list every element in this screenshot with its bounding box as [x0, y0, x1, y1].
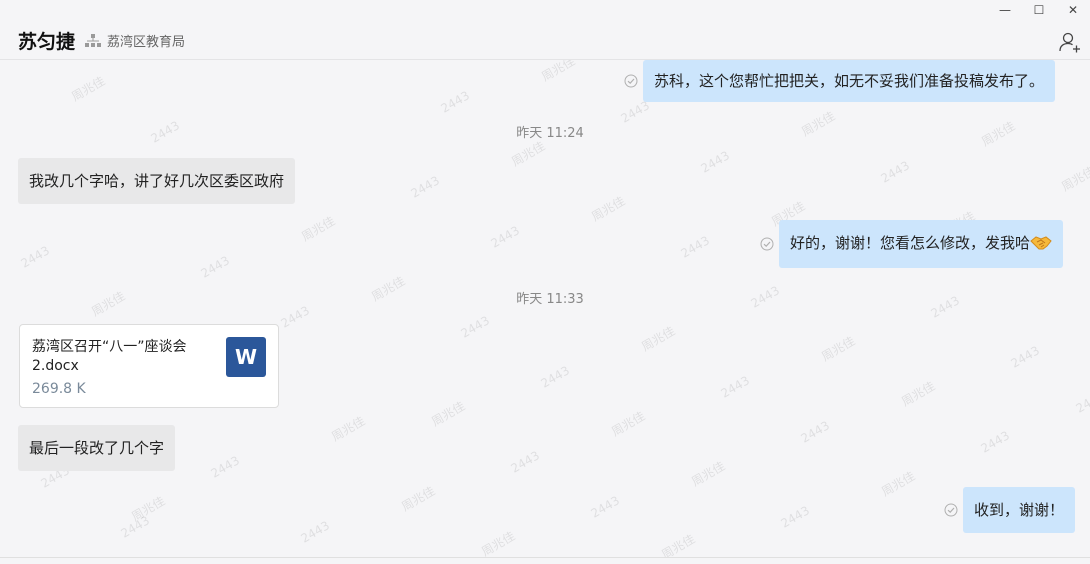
watermark: 周兆佳 [399, 483, 438, 514]
maximize-button[interactable]: ☐ [1022, 0, 1056, 20]
watermark: 2443 [118, 513, 153, 541]
watermark: 周兆佳 [899, 378, 938, 409]
message-bubble-incoming[interactable]: 最后一段改了几个字 [18, 425, 176, 471]
minimize-button[interactable]: — [988, 0, 1022, 20]
watermark: 2443 [1073, 388, 1090, 416]
read-check-icon [944, 503, 958, 517]
file-attachment-card[interactable]: 荔湾区召开“八一”座谈会2.docx 269.8 K W [19, 324, 279, 408]
watermark: 周兆佳 [329, 413, 368, 444]
read-check-icon [624, 74, 638, 88]
watermark: 2443 [18, 243, 53, 271]
watermark: 2443 [538, 363, 573, 391]
watermark: 周兆佳 [589, 193, 628, 224]
input-divider [0, 557, 1090, 558]
message-bubble-outgoing[interactable]: 好的，谢谢！您看怎么修改，发我哈 [779, 220, 1064, 268]
message-bubble-incoming[interactable]: 我改几个字哈，讲了好几次区委区政府 [18, 158, 296, 204]
watermark: 2443 [1008, 343, 1043, 371]
contact-name[interactable]: 苏匀捷 [18, 27, 75, 54]
watermark: 2443 [798, 418, 833, 446]
watermark: 周兆佳 [509, 138, 548, 169]
watermark: 2443 [718, 373, 753, 401]
read-check-icon [760, 237, 774, 251]
watermark: 2443 [678, 233, 713, 261]
watermark: 周兆佳 [879, 468, 918, 499]
watermark: 周兆佳 [1059, 163, 1090, 194]
watermark: 2443 [588, 493, 623, 521]
file-size: 269.8 K [32, 381, 86, 397]
watermark: 2443 [978, 428, 1013, 456]
watermark: 2443 [198, 253, 233, 281]
close-button[interactable]: ✕ [1056, 0, 1090, 20]
add-user-icon[interactable] [1058, 30, 1082, 54]
watermark: 周兆佳 [299, 213, 338, 244]
window-controls: — ☐ ✕ [988, 0, 1090, 20]
watermark: 周兆佳 [129, 493, 168, 524]
watermark: 周兆佳 [539, 60, 578, 84]
watermark: 周兆佳 [609, 408, 648, 439]
watermark: 2443 [778, 503, 813, 531]
message-bubble-outgoing[interactable]: 收到，谢谢！ [963, 487, 1076, 533]
handshake-emoji-icon [1030, 236, 1052, 250]
watermark: 周兆佳 [659, 531, 698, 557]
word-document-icon: W [226, 337, 266, 377]
org-name[interactable]: 荔湾区教育局 [107, 31, 185, 50]
message-timestamp: 昨天 11:33 [516, 292, 584, 307]
watermark: 2443 [208, 453, 243, 481]
watermark: 2443 [408, 173, 443, 201]
watermark: 周兆佳 [429, 398, 468, 429]
message-text: 好的，谢谢！您看怎么修改，发我哈 [790, 234, 1031, 252]
watermark: 2443 [878, 158, 913, 186]
file-name: 荔湾区召开“八一”座谈会2.docx [32, 339, 187, 374]
watermark: 2443 [508, 448, 543, 476]
watermark: 2443 [438, 88, 473, 116]
watermark: 2443 [698, 148, 733, 176]
chat-header: 苏匀捷 荔湾区教育局 [0, 22, 1090, 60]
message-timestamp: 昨天 11:24 [516, 126, 584, 141]
watermark: 2443 [298, 518, 333, 546]
message-bubble-outgoing[interactable]: 苏科，这个您帮忙把把关，如无不妥我们准备投稿发布了。 [643, 60, 1056, 102]
chat-area[interactable]: 周兆佳 2443 2443 周兆佳 2443 周兆佳 2443 周兆佳 2443… [0, 60, 1090, 557]
org-chart-icon [85, 33, 102, 49]
watermark: 周兆佳 [819, 333, 858, 364]
watermark: 周兆佳 [639, 323, 678, 354]
watermark: 周兆佳 [689, 458, 728, 489]
watermark: 2443 [278, 303, 313, 331]
watermark: 周兆佳 [479, 528, 518, 557]
watermark: 2443 [488, 223, 523, 251]
watermark: 周兆佳 [69, 73, 108, 104]
watermark: 2443 [458, 313, 493, 341]
